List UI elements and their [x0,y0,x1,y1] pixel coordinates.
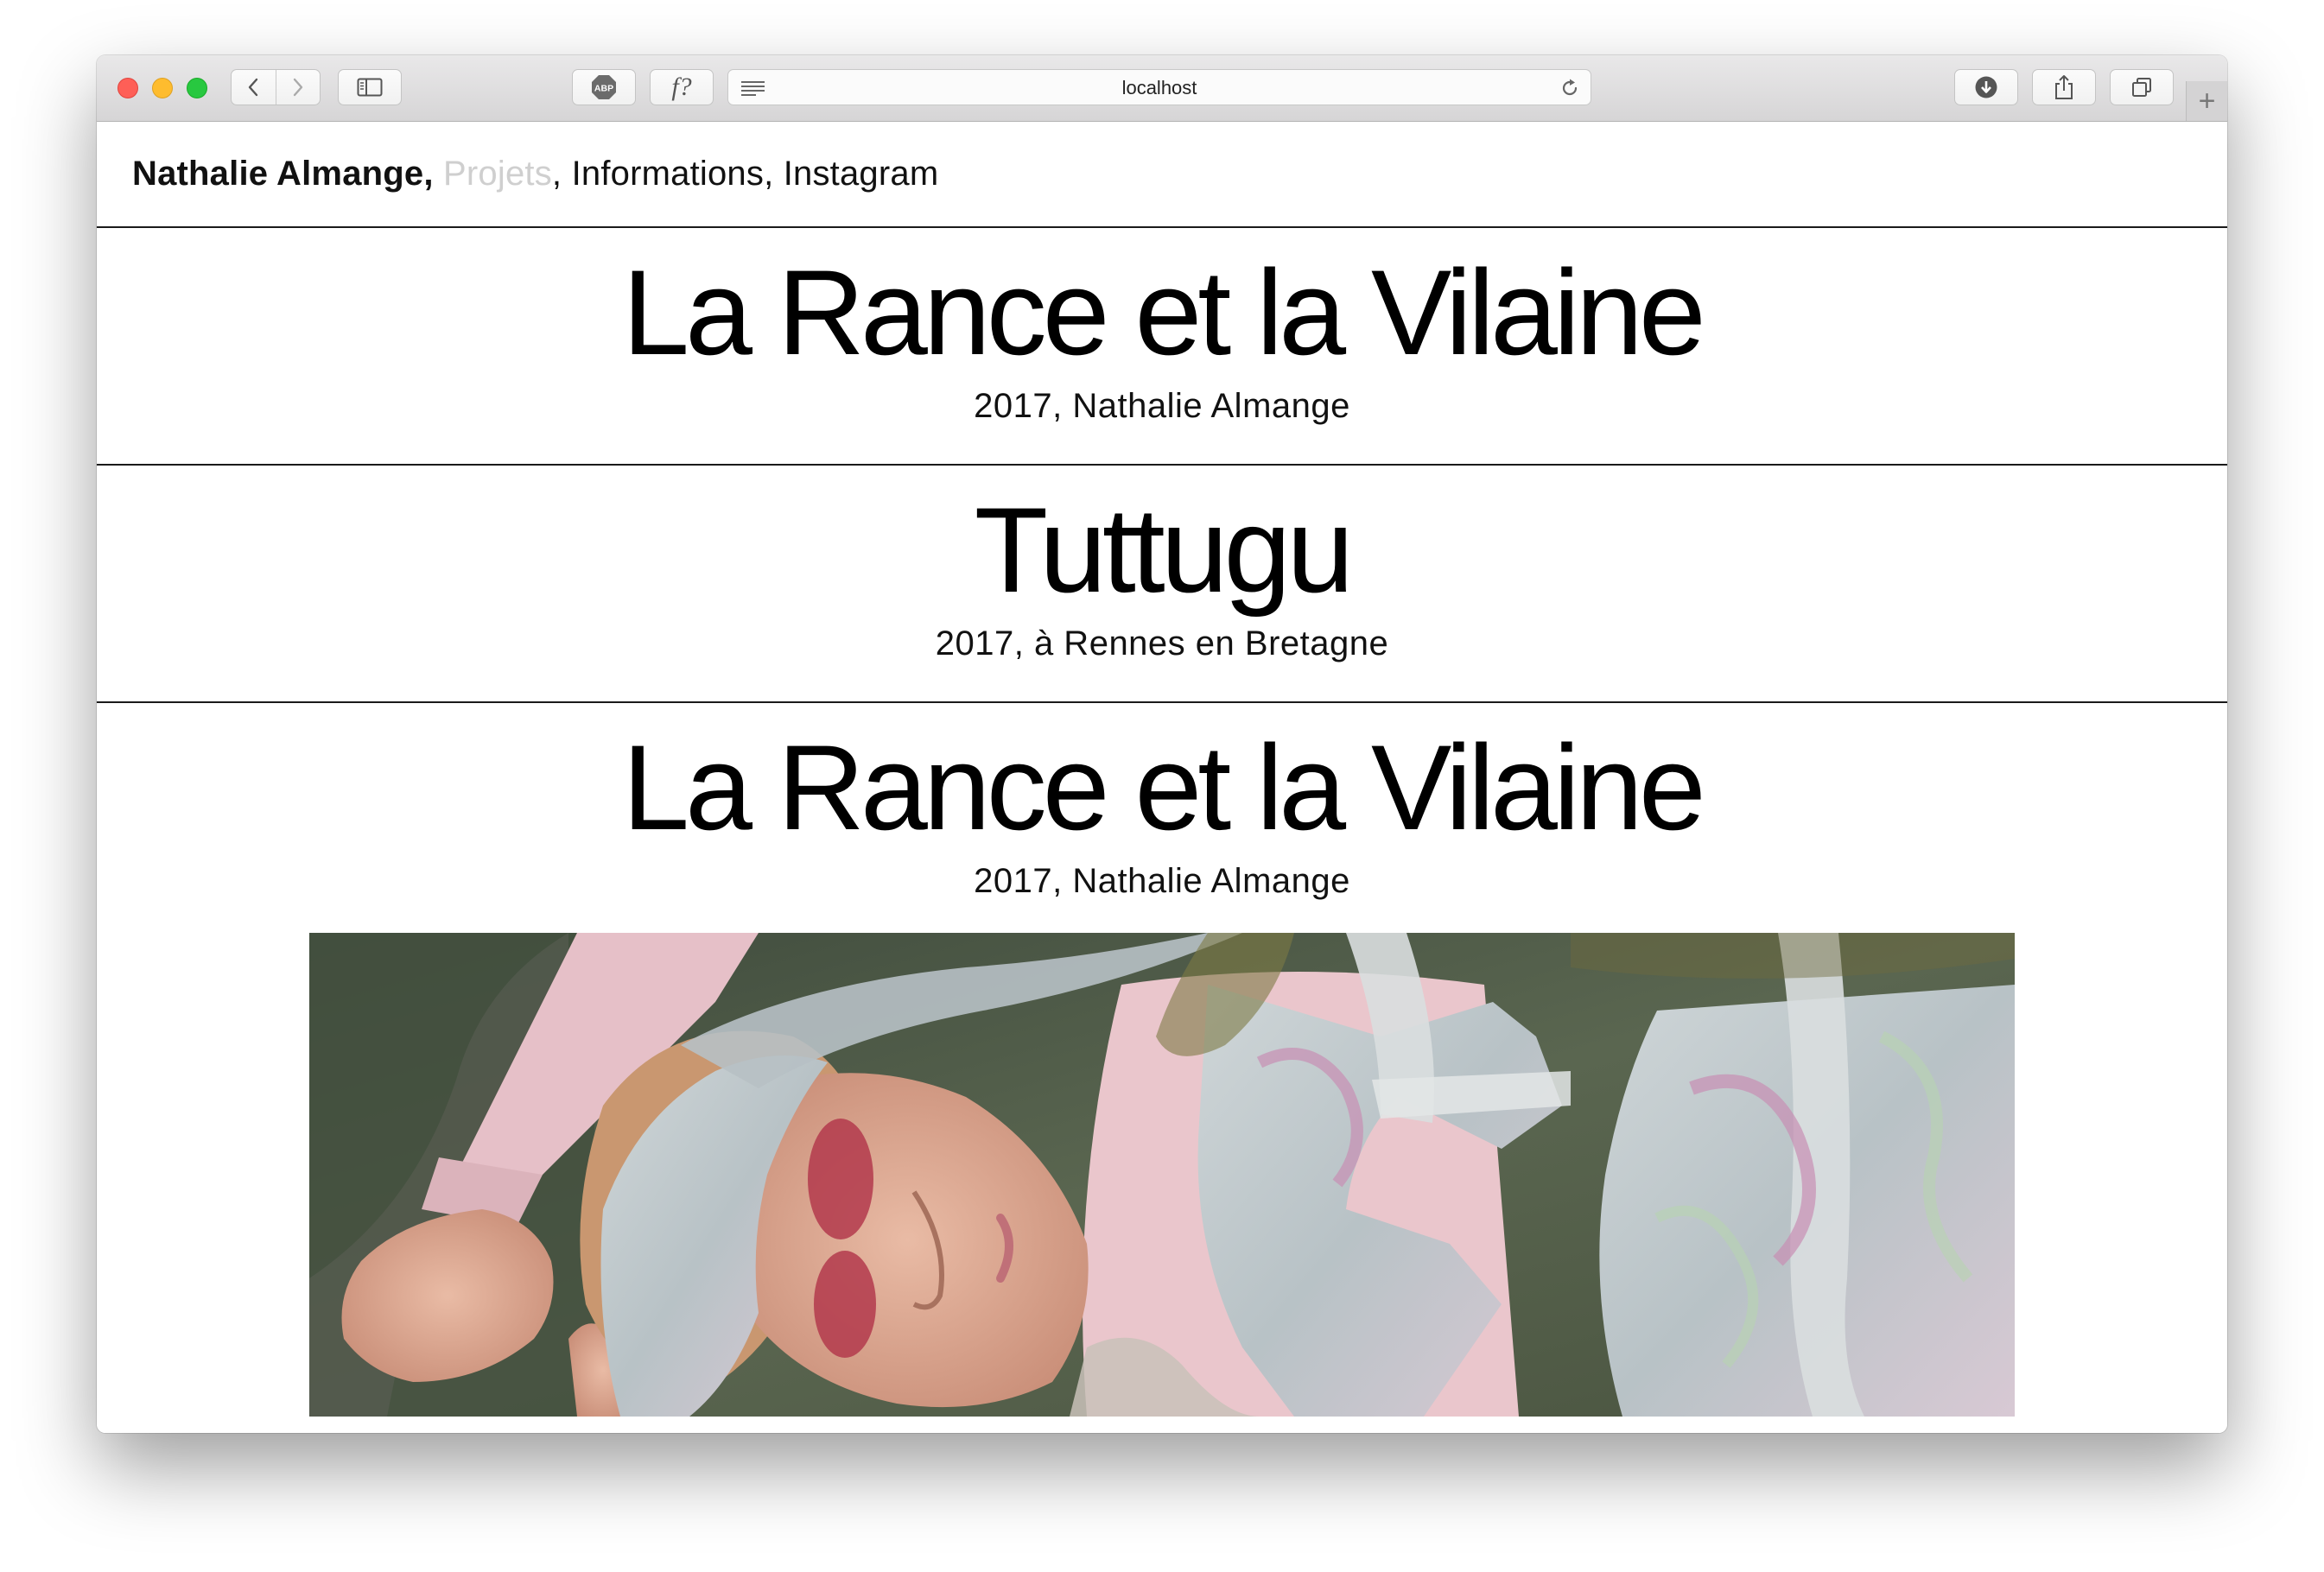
history-navigation [231,69,321,105]
page-content: Nathalie Almange, Projets , Informations… [97,122,2227,1433]
site-header: Nathalie Almange, Projets , Informations… [97,122,2227,228]
new-tab-button[interactable]: + [2186,81,2227,121]
download-icon [1975,76,1997,98]
project-meta: 2017, Nathalie Almange [974,862,1350,900]
forward-button[interactable] [275,70,321,105]
site-brand-link[interactable]: Nathalie Almange, [132,155,434,193]
nav-projets-link[interactable]: Projets [443,155,552,193]
address-bar[interactable]: localhost [727,69,1591,105]
font-button[interactable]: f? [650,69,714,105]
project-meta: 2017, à Rennes en Bretagne [935,624,1389,662]
nav-separator: , [551,155,562,193]
tabs-overview-button[interactable] [2110,69,2174,105]
adblock-label: ABP [594,84,613,94]
share-icon [2055,75,2073,99]
tabs-icon [2132,78,2151,97]
forward-icon [293,78,302,97]
font-icon: f? [671,73,692,101]
plus-icon: + [2198,84,2216,117]
project-item[interactable]: Tuttugu 2017, à Rennes en Bretagne [97,466,2227,703]
close-window-button[interactable] [117,78,138,98]
nav-instagram-link[interactable]: Instagram [784,155,939,193]
project-meta: 2017, Nathalie Almange [974,387,1350,425]
address-url: localhost [1121,77,1197,98]
project-title[interactable]: Tuttugu [97,490,2227,611]
project-title[interactable]: La Rance et la Vilaine [97,727,2227,848]
sidebar-button[interactable] [338,69,402,105]
project-item[interactable]: La Rance et la Vilaine 2017, Nathalie Al… [97,228,2227,466]
project-photo[interactable] [309,933,2015,1417]
nav-informations-link[interactable]: Informations, [572,155,774,193]
project-title[interactable]: La Rance et la Vilaine [97,252,2227,373]
share-button[interactable] [2032,69,2096,105]
browser-window: ABP f? localhost + Nathalie Almange, Pro [97,55,2227,1433]
downloads-button[interactable] [1954,69,2018,105]
adblock-icon: ABP [592,75,616,99]
browser-toolbar: ABP f? localhost + [97,55,2227,122]
back-icon [249,78,258,97]
project-photo-image [309,933,2015,1417]
adblock-button[interactable]: ABP [572,69,636,105]
reload-icon[interactable] [1559,78,1580,98]
back-button[interactable] [232,70,276,105]
minimize-window-button[interactable] [152,78,173,98]
zoom-window-button[interactable] [187,78,207,98]
project-item[interactable]: La Rance et la Vilaine 2017, Nathalie Al… [97,703,2227,1417]
sidebar-icon [357,78,383,97]
